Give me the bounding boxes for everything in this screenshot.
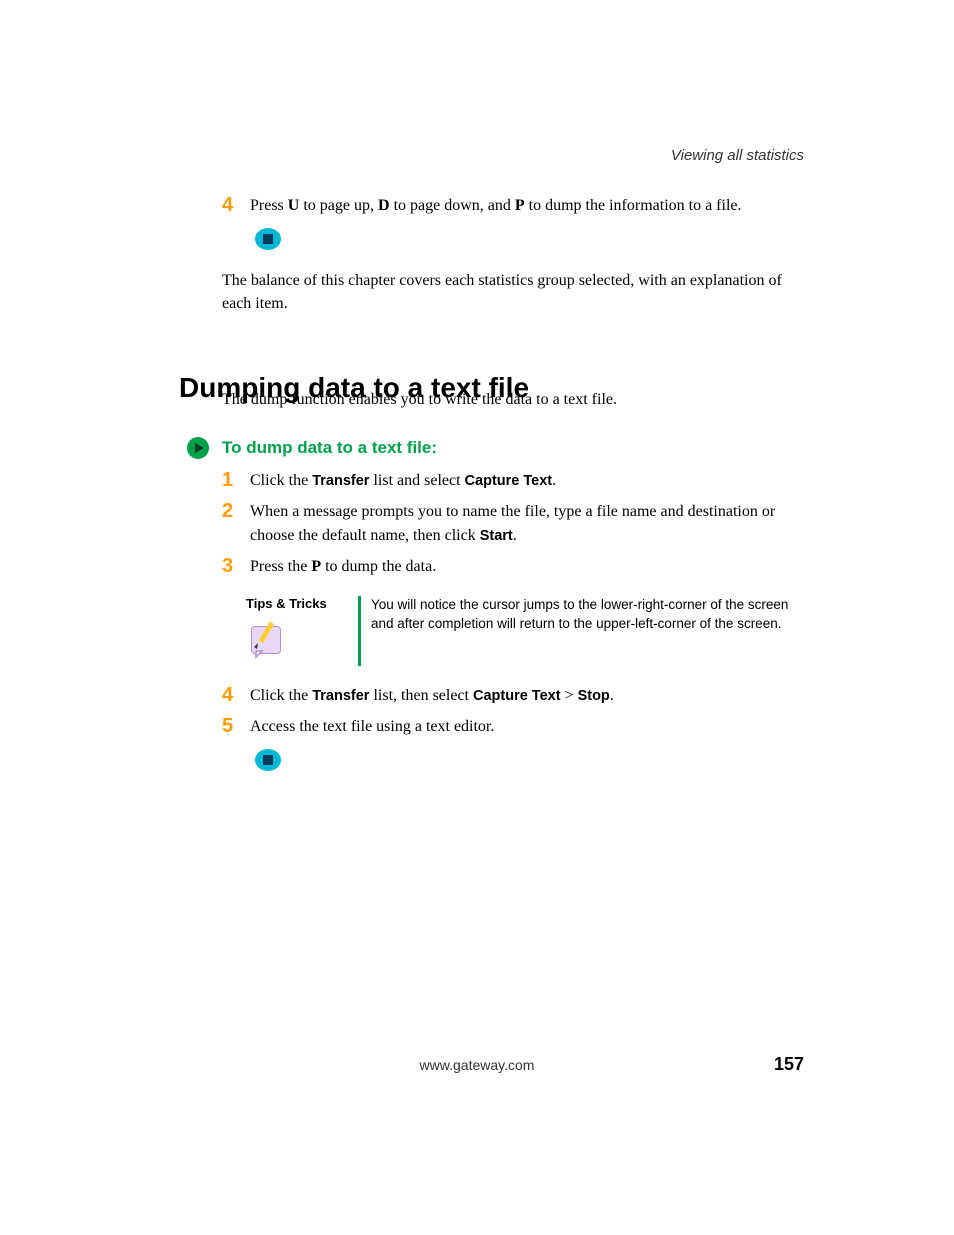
step-text: Click the Transfer list and select Captu…	[250, 469, 802, 492]
tips-divider	[358, 596, 361, 666]
text: Press	[250, 197, 288, 214]
text: .	[552, 472, 556, 489]
top-step-4: 4 Press U to page up, D to page down, an…	[222, 194, 802, 217]
text: .	[610, 687, 614, 704]
step-1: 1 Click the Transfer list and select Cap…	[222, 469, 802, 492]
step-3: 3 Press the P to dump the data.	[222, 555, 802, 578]
tips-text: You will notice the cursor jumps to the …	[371, 596, 802, 666]
text: Click the	[250, 472, 312, 489]
key-p: P	[515, 197, 525, 214]
procedure-heading-row: To dump data to a text file:	[187, 437, 767, 459]
procedure-heading: To dump data to a text file:	[222, 438, 437, 458]
step-number: 4	[222, 194, 250, 216]
end-of-procedure-icon	[254, 748, 802, 772]
text: to page down, and	[390, 197, 515, 214]
text: list and select	[369, 472, 464, 489]
step-text: Click the Transfer list, then select Cap…	[250, 684, 802, 707]
key-u: U	[288, 197, 300, 214]
text: Click the	[250, 687, 312, 704]
pencil-note-icon	[246, 617, 354, 666]
step-number: 2	[222, 500, 250, 522]
text: >	[561, 687, 578, 704]
stop-label: Stop	[578, 688, 610, 704]
text: to dump the information to a file.	[525, 197, 742, 214]
step-text: Access the text file using a text editor…	[250, 715, 802, 738]
step-number: 5	[222, 715, 250, 737]
intro-paragraph: The dump function enables you to write t…	[222, 388, 802, 411]
step-4: 4 Click the Transfer list, then select C…	[222, 684, 802, 707]
transfer-label: Transfer	[312, 473, 369, 489]
capture-text-label: Capture Text	[473, 688, 561, 704]
key-p: P	[311, 558, 321, 575]
text: to page up,	[299, 197, 378, 214]
step-text: Press U to page up, D to page down, and …	[250, 194, 802, 217]
key-d: D	[378, 197, 390, 214]
page-footer: www.gateway.com 157	[0, 1057, 954, 1075]
step-text: When a message prompts you to name the f…	[250, 500, 802, 546]
start-label: Start	[480, 528, 513, 544]
page-number: 157	[774, 1054, 804, 1075]
end-of-procedure-icon	[254, 227, 802, 251]
text: list, then select	[369, 687, 473, 704]
step-number: 3	[222, 555, 250, 577]
step-number: 4	[222, 684, 250, 706]
step-text: Press the P to dump the data.	[250, 555, 802, 578]
tips-label: Tips & Tricks	[246, 596, 354, 611]
chapter-balance-paragraph: The balance of this chapter covers each …	[222, 269, 802, 315]
page-header-section: Viewing all statistics	[671, 147, 804, 164]
step-number: 1	[222, 469, 250, 491]
play-icon	[187, 437, 209, 459]
tips-tricks-block: Tips & Tricks You will notice the cursor…	[246, 596, 802, 666]
transfer-label: Transfer	[312, 688, 369, 704]
footer-url: www.gateway.com	[420, 1057, 535, 1073]
step-5: 5 Access the text file using a text edit…	[222, 715, 802, 738]
text: to dump the data.	[321, 558, 436, 575]
step-2: 2 When a message prompts you to name the…	[222, 500, 802, 546]
capture-text-label: Capture Text	[465, 473, 553, 489]
text: Press the	[250, 558, 311, 575]
text: .	[513, 527, 517, 544]
